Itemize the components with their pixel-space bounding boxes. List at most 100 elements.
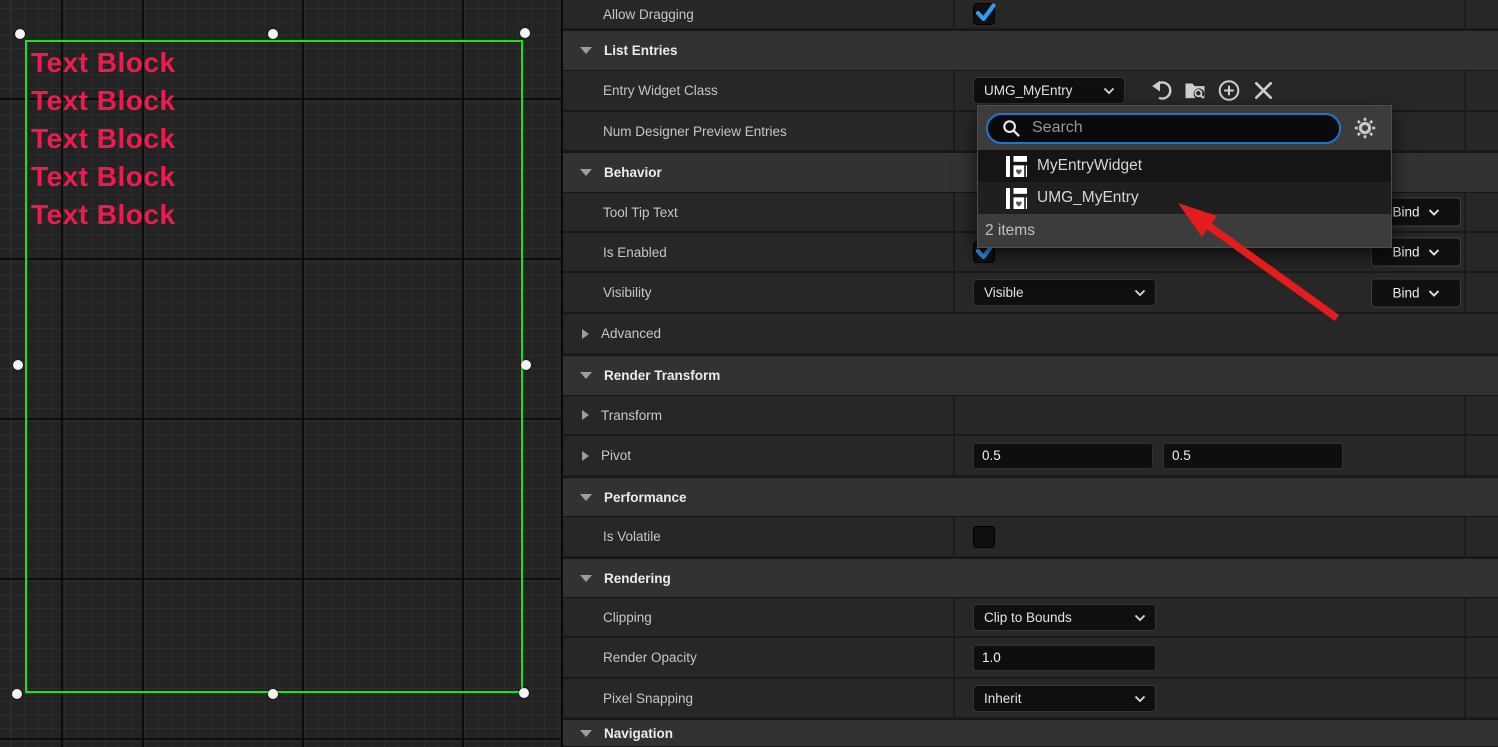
selection-handle[interactable]	[519, 688, 529, 698]
entry-widget-class-dropdown[interactable]: UMG_MyEntry	[973, 77, 1125, 104]
clear-icon[interactable]	[1251, 79, 1275, 103]
property-label: Transform	[601, 408, 662, 423]
section-header-render-transform[interactable]: Render Transform	[563, 355, 1498, 396]
property-value-cell: Inherit	[955, 679, 1466, 717]
property-value-cell	[955, 314, 1466, 353]
chevron-down-icon	[1428, 245, 1440, 260]
property-label-cell: Clipping	[563, 598, 955, 636]
section-collapse-icon[interactable]	[580, 730, 592, 737]
bind-label: Bind	[1392, 285, 1419, 300]
selection-handle[interactable]	[12, 689, 22, 699]
row-render-opacity: Render Opacity	[563, 638, 1498, 679]
row-clipping: Clipping Clip to Bounds	[563, 598, 1498, 638]
text-block-widget[interactable]: Text Block	[31, 82, 176, 120]
asset-picker-dropdown: MyEntryWidget UMG_MyEntry 2 items	[977, 105, 1392, 248]
dropdown-value: Clip to Bounds	[984, 610, 1072, 625]
dropdown-search-strip	[978, 106, 1391, 150]
listview-preview[interactable]: Text BlockText BlockText BlockText Block…	[31, 44, 176, 234]
property-label-cell: Num Designer Preview Entries	[563, 112, 955, 150]
section-collapse-icon[interactable]	[580, 169, 592, 176]
selection-handle[interactable]	[520, 28, 530, 38]
dropdown-footer: 2 items	[978, 214, 1391, 247]
use-selected-asset-icon[interactable]	[1149, 79, 1173, 103]
section-header-navigation[interactable]: Navigation	[563, 719, 1498, 747]
section-title: List Entries	[604, 43, 678, 58]
selection-handle[interactable]	[521, 360, 531, 370]
property-label: Entry Widget Class	[603, 83, 718, 98]
selection-handle[interactable]	[268, 689, 278, 699]
text-block-widget[interactable]: Text Block	[31, 158, 176, 196]
search-input[interactable]	[1032, 119, 1302, 137]
property-label-cell: Allow Dragging	[563, 0, 955, 28]
section-title: Rendering	[604, 571, 671, 586]
section-header-rendering[interactable]: Rendering	[563, 558, 1498, 598]
text-block-widget[interactable]: Text Block	[31, 44, 176, 82]
property-label: Num Designer Preview Entries	[603, 124, 787, 139]
text-block-widget[interactable]: Text Block	[31, 196, 176, 234]
visibility-dropdown[interactable]: Visible	[973, 279, 1156, 306]
property-value-cell	[955, 396, 1466, 434]
gear-icon[interactable]	[1353, 116, 1377, 140]
chevron-down-icon	[1134, 285, 1146, 300]
section-header-list-entries[interactable]: List Entries	[563, 30, 1498, 71]
dropdown-value: Visible	[984, 285, 1024, 300]
chevron-down-icon	[1428, 285, 1440, 300]
expander-collapsed-icon[interactable]	[582, 451, 589, 461]
dropdown-item-label: UMG_MyEntry	[1037, 189, 1139, 207]
chevron-down-icon	[1134, 691, 1146, 706]
widget-blueprint-icon	[1004, 154, 1028, 178]
section-collapse-icon[interactable]	[580, 372, 592, 379]
render-opacity-input[interactable]	[973, 645, 1156, 671]
property-label-cell: Is Enabled	[563, 233, 955, 271]
allow-dragging-checkbox[interactable]	[973, 3, 995, 25]
search-box	[986, 113, 1341, 144]
row-is-volatile: Is Volatile	[563, 517, 1498, 558]
property-label-cell: Is Volatile	[563, 517, 955, 556]
section-collapse-icon[interactable]	[580, 494, 592, 501]
dropdown-item-umg-myentry[interactable]: UMG_MyEntry	[978, 182, 1391, 214]
row-advanced: Advanced	[563, 314, 1498, 355]
selection-handle[interactable]	[15, 29, 25, 39]
text-block-widget[interactable]: Text Block	[31, 120, 176, 158]
dropdown-value: Inherit	[984, 691, 1022, 706]
property-label-cell: Visibility	[563, 273, 955, 312]
property-label: Is Enabled	[603, 245, 667, 260]
section-collapse-icon[interactable]	[580, 47, 592, 54]
designer-viewport: Text BlockText BlockText BlockText Block…	[0, 0, 563, 747]
browse-to-asset-icon[interactable]	[1183, 79, 1207, 103]
expander-collapsed-icon[interactable]	[582, 410, 589, 420]
property-value-cell	[955, 517, 1466, 556]
property-label: Render Opacity	[603, 650, 697, 665]
property-value-cell: Clip to Bounds	[955, 598, 1466, 636]
selection-handle[interactable]	[13, 360, 23, 370]
row-transform: Transform	[563, 396, 1498, 436]
add-icon[interactable]	[1217, 79, 1241, 103]
property-label: Visibility	[603, 285, 652, 300]
row-allow-dragging: Allow Dragging	[563, 0, 1498, 30]
section-collapse-icon[interactable]	[580, 575, 592, 582]
pivot-input-0[interactable]	[973, 443, 1153, 469]
property-value-cell	[955, 436, 1466, 475]
expander-collapsed-icon[interactable]	[582, 329, 589, 339]
clipping-dropdown[interactable]: Clip to Bounds	[973, 604, 1156, 631]
section-title: Render Transform	[604, 368, 720, 383]
bind-label: Bind	[1392, 245, 1419, 260]
property-label: Pixel Snapping	[603, 691, 693, 706]
chevron-down-icon	[1134, 610, 1146, 625]
property-label: Pivot	[601, 448, 631, 463]
section-title: Performance	[604, 490, 687, 505]
selection-handle[interactable]	[268, 29, 278, 39]
pixel-snapping-dropdown[interactable]: Inherit	[973, 685, 1156, 712]
pivot-input-1[interactable]	[1163, 443, 1343, 469]
property-label-cell: Render Opacity	[563, 638, 955, 677]
is-volatile-checkbox[interactable]	[973, 526, 995, 548]
section-title: Navigation	[604, 726, 673, 741]
section-header-performance[interactable]: Performance	[563, 477, 1498, 517]
property-label-cell: Transform	[563, 396, 955, 434]
property-value-cell	[955, 0, 1466, 28]
bind-button[interactable]: Bind	[1371, 278, 1461, 307]
property-label-cell: Entry Widget Class	[563, 71, 955, 110]
property-label-cell: Pivot	[563, 436, 955, 475]
dropdown-item-myentrywidget[interactable]: MyEntryWidget	[978, 150, 1391, 182]
property-label: Is Volatile	[603, 529, 661, 544]
